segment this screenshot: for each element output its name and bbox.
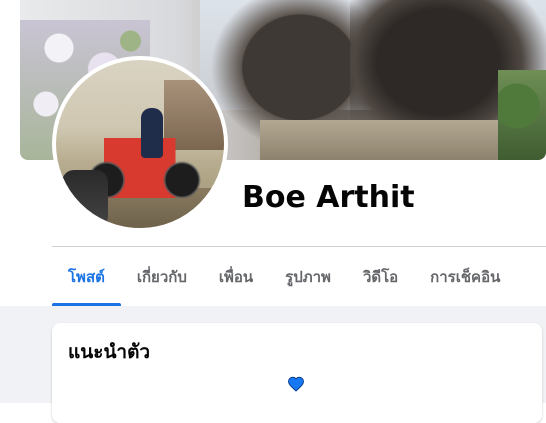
avatar-person [62,170,108,228]
tab-about[interactable]: เกี่ยวกับ [121,247,203,306]
cover-plant [498,70,546,160]
heart-icon [288,376,304,392]
intro-title: แนะนำตัว [68,341,151,363]
profile-name: Boe Arthit [242,180,415,215]
intro-card: แนะนำตัว [52,323,542,423]
tab-photos[interactable]: รูปภาพ [269,247,347,306]
avatar-rider [141,108,163,158]
tab-posts[interactable]: โพสต์ [52,247,121,306]
tab-checkins[interactable]: การเช็คอิน [414,247,516,306]
tab-friends[interactable]: เพื่อน [203,247,269,306]
tab-videos[interactable]: วิดีโอ [347,247,414,306]
profile-tabs: โพสต์ เกี่ยวกับ เพื่อน รูปภาพ วิดีโอ การ… [52,247,516,306]
profile-avatar[interactable] [52,56,228,232]
avatar-photo [56,60,224,228]
